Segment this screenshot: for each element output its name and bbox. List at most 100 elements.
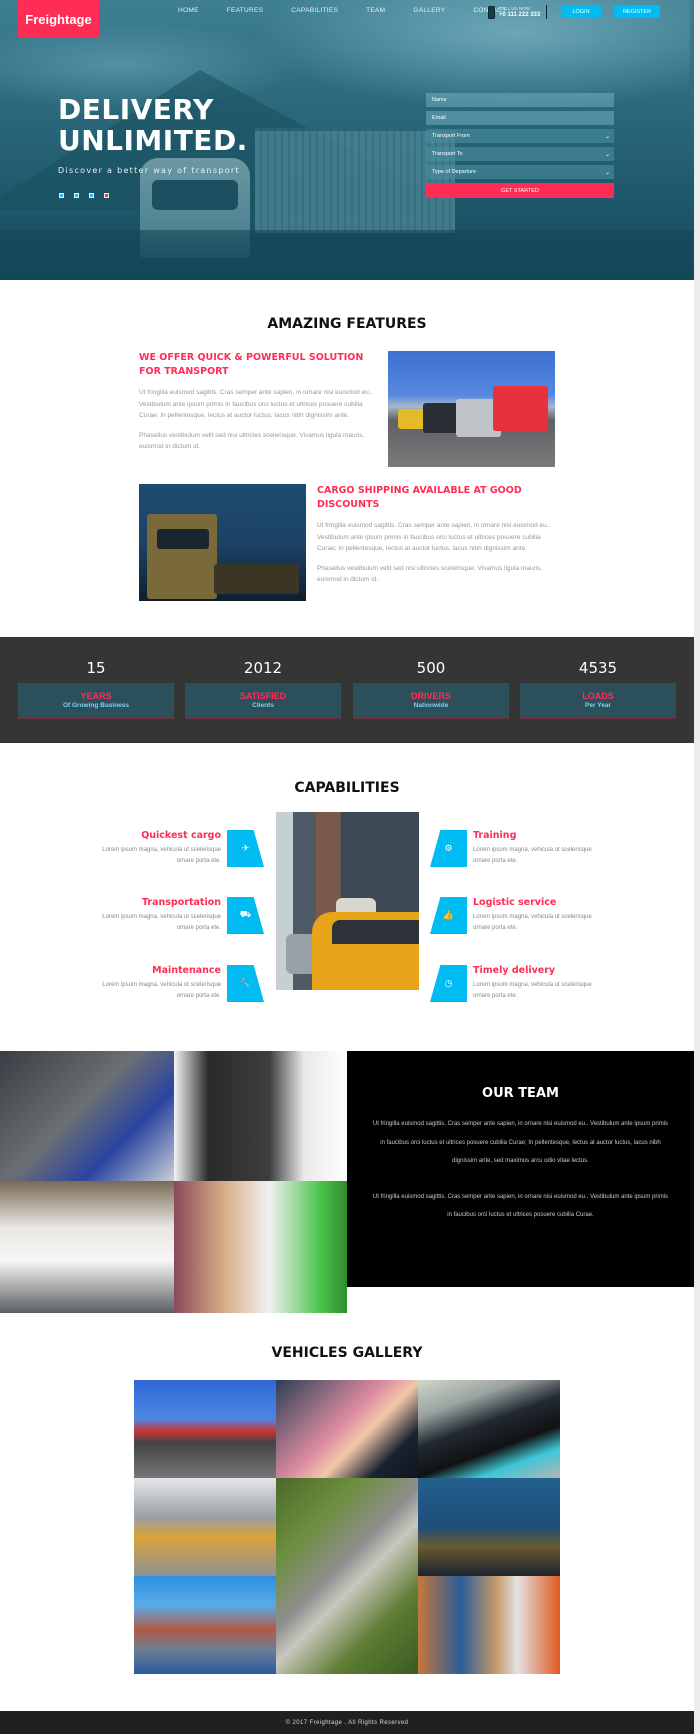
stat-loads: 4535 LOADS Per Year [520, 637, 676, 719]
stat-label: DRIVERS [410, 691, 451, 701]
get-started-button[interactable]: GET STARTED [426, 183, 614, 198]
email-input[interactable]: Email [426, 111, 614, 125]
hero-truck-trailer [255, 128, 455, 233]
capability-logistic-service: Logistic service Lorem ipsum magna, vehi… [473, 897, 593, 934]
transport-to-value: Transport To [432, 151, 463, 157]
gallery-image-harbor-houses[interactable] [134, 1576, 276, 1674]
hero-title-line2: UNLIMITED. [58, 124, 248, 157]
gallery-section: VEHICLES GALLERY [0, 1345, 694, 1674]
city-taxi-image [276, 812, 419, 990]
hero-road [0, 230, 694, 280]
slider-dot-active[interactable] [104, 193, 109, 198]
register-button[interactable]: REGISTER [614, 5, 660, 18]
hero-subtitle: Discover a better way of transport [58, 166, 240, 175]
transport-from-select[interactable]: Transport From ⌄ [426, 129, 614, 143]
trailer-shape [214, 564, 299, 594]
divider [546, 5, 548, 19]
nav-home[interactable]: HOME [178, 7, 199, 14]
team-title: OUR TEAM [482, 1086, 559, 1101]
nav-team[interactable]: TEAM [366, 7, 385, 14]
copyright-text: © 2017 Freightage . All Rights Reserved [285, 1719, 409, 1726]
feature-item: CARGO SHIPPING AVAILABLE AT GOOD DISCOUN… [317, 484, 557, 586]
capability-title: Quickest cargo [141, 830, 221, 841]
capability-training: Training Lorem ipsum magna, vehicula ut … [473, 830, 593, 867]
footer: © 2017 Freightage . All Rights Reserved [0, 1711, 694, 1734]
parked-trucks-image [388, 351, 555, 467]
stat-box: SATISFIED Clients [185, 683, 341, 719]
call-us-text: CALL US NOW +0 111 222 333 [499, 6, 540, 18]
truck-shape [493, 386, 548, 431]
hero-section: Freightage HOME FEATURES CAPABILITIES TE… [0, 0, 694, 280]
gallery-image-night-truck[interactable] [418, 1478, 560, 1576]
quote-form: Name Email Transport From ⌄ Transport To ⌄… [426, 93, 614, 198]
chevron-down-icon: ⌄ [604, 169, 610, 176]
capabilities-section: CAPABILITIES Quickest cargo Lorem ipsum … [0, 780, 694, 1002]
feature-text: Ut fringilla euismod sagittis. Cras semp… [317, 522, 551, 552]
slider-dot[interactable] [59, 193, 64, 198]
capabilities-title: CAPABILITIES [294, 780, 400, 796]
stat-drivers: 500 DRIVERS Nationwide [353, 637, 509, 719]
gallery-image-warehouse-tug[interactable] [134, 1478, 276, 1576]
features-title: AMAZING FEATURES [267, 316, 427, 332]
gallery-image-driver-steering[interactable] [276, 1380, 418, 1478]
stat-box: LOADS Per Year [520, 683, 676, 719]
capability-title: Transportation [141, 897, 221, 908]
truck-windshield [157, 529, 209, 549]
stat-sublabel: Nationwide [413, 702, 449, 709]
phone-number[interactable]: +0 111 222 333 [499, 12, 540, 18]
wrench-icon: 🔧 [227, 965, 264, 1002]
taxi-sign [336, 898, 376, 912]
capability-desc: Lorem ipsum magna, vehicula ut scelerisq… [102, 914, 221, 931]
login-button[interactable]: LOGIN [561, 5, 601, 18]
team-section: OUR TEAM Ut fringilla euismod sagittis. … [0, 1051, 694, 1313]
team-photo-smiling-man [174, 1181, 347, 1313]
slider-dot[interactable] [74, 193, 79, 198]
hero-title: DELIVERY UNLIMITED. [58, 94, 248, 156]
capability-title: Training [473, 830, 517, 841]
taxi-windshield [332, 920, 419, 944]
gallery-image-aerial-building[interactable] [276, 1478, 418, 1674]
feature-text: Phasellus vestibulum velit sed nisi ultr… [317, 564, 543, 584]
name-input[interactable]: Name [426, 93, 614, 107]
departure-type-select[interactable]: Type of Departure ⌄ [426, 165, 614, 179]
truck-icon: ⛟ [227, 897, 264, 934]
slider-dot[interactable] [89, 193, 94, 198]
truck-shape [147, 514, 217, 599]
nav-gallery[interactable]: GALLERY [413, 7, 445, 14]
thumbs-up-icon: 👍 [430, 897, 467, 934]
stats-section: 15 YEARS Of Growing Business 2012 SATISFI… [0, 637, 694, 743]
stat-value: 15 [86, 659, 106, 677]
truck-windshield [152, 180, 238, 210]
hero-title-line1: DELIVERY [58, 93, 214, 126]
feature-heading: WE OFFER QUICK & POWERFUL SOLUTION FOR T… [139, 352, 364, 377]
capability-desc: Lorem ipsum magna, vehicula ut scelerisq… [473, 914, 592, 931]
slider-dots [59, 193, 109, 198]
departure-type-value: Type of Departure [432, 169, 477, 175]
team-text: Ut fringilla euismod sagittis. Cras semp… [372, 1121, 669, 1164]
stat-sublabel: Per Year [585, 702, 611, 709]
email-placeholder: Email [432, 115, 446, 121]
nav-capabilities[interactable]: CAPABILITIES [291, 7, 338, 14]
gallery-image-parked-trucks[interactable] [134, 1380, 276, 1478]
stat-label: YEARS [80, 691, 112, 701]
gallery-image-classic-car[interactable] [418, 1380, 560, 1478]
stat-years: 15 YEARS Of Growing Business [18, 637, 174, 719]
call-us-label: CALL US NOW [499, 6, 530, 11]
scrollbar-track[interactable] [694, 0, 700, 1734]
capability-timely-delivery: Timely delivery Lorem ipsum magna, vehic… [473, 965, 593, 1002]
team-text: Ut fringilla euismod sagittis. Cras semp… [372, 1193, 669, 1219]
stat-box: YEARS Of Growing Business [18, 683, 174, 719]
team-photo-driver-sunglasses [0, 1051, 174, 1181]
transport-to-select[interactable]: Transport To ⌄ [426, 147, 614, 161]
brand-logo[interactable]: Freightage [18, 0, 99, 38]
features-section: AMAZING FEATURES WE OFFER QUICK & POWERF… [0, 316, 694, 601]
capability-desc: Lorem ipsum magna, vehicula ut scelerisq… [102, 982, 221, 999]
capability-desc: Lorem ipsum magna, vehicula ut scelerisq… [102, 847, 221, 864]
gallery-title: VEHICLES GALLERY [271, 1345, 423, 1361]
capability-quickest-cargo: Quickest cargo Lorem ipsum magna, vehicu… [101, 830, 221, 867]
feature-text: Ut fringilla euismod sagittis. Cras semp… [139, 389, 373, 419]
feature-text: Phasellus vestibulum velit sed nisi ultr… [139, 431, 365, 451]
nav-features[interactable]: FEATURES [227, 7, 264, 14]
capability-title: Timely delivery [473, 965, 556, 976]
gallery-image-warehouse-forklift[interactable] [418, 1576, 560, 1674]
